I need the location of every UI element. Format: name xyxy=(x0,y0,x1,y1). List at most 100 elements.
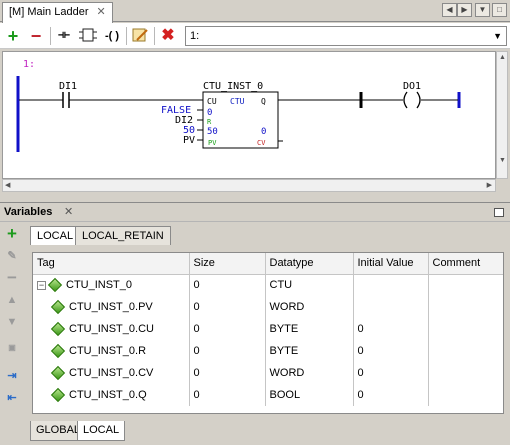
table-row[interactable]: − CTU_INST_0 0 CTU xyxy=(33,274,503,296)
variable-icon xyxy=(50,322,66,337)
row-size: 0 xyxy=(189,362,266,384)
row-tag: CTU_INST_0.Q xyxy=(69,389,147,401)
variables-side-toolbar: + ✎ − ▲ ▼ ▣ ⇥ ⇤ xyxy=(0,223,26,418)
scroll-right-icon[interactable]: ▶ xyxy=(487,181,492,189)
row-initial: 0 xyxy=(353,318,429,340)
cu-value: 0 xyxy=(207,108,212,118)
rung-number: 1: xyxy=(23,59,35,70)
row-tag: CTU_INST_0.CV xyxy=(69,367,154,379)
row-size: 0 xyxy=(189,274,266,296)
move-down-icon[interactable]: ▼ xyxy=(3,313,21,331)
maximize-icon[interactable]: □ xyxy=(492,3,507,17)
tab-local[interactable]: LOCAL xyxy=(30,226,81,245)
block-instance-name: CTU_INST_0 xyxy=(203,81,263,92)
address-icon[interactable]: ▣ xyxy=(3,339,21,357)
row-comment xyxy=(428,362,503,384)
coil-label: DO1 xyxy=(403,81,421,92)
scroll-left-icon[interactable]: ◀ xyxy=(442,3,457,17)
variable-icon xyxy=(50,344,66,359)
col-comment[interactable]: Comment xyxy=(428,253,503,275)
variable-icon xyxy=(50,366,66,381)
col-datatype[interactable]: Datatype xyxy=(265,253,354,275)
row-initial: 0 xyxy=(353,384,429,406)
row-tag: CTU_INST_0.R xyxy=(69,345,147,357)
row-datatype: WORD xyxy=(265,296,354,318)
editor-tab-strip: [M] Main Ladder ✕ ◀ ▶ ▼ □ xyxy=(0,0,510,23)
tab-close-icon[interactable]: ✕ xyxy=(96,6,105,18)
table-row[interactable]: CTU_INST_0.R 0 BYTE 0 xyxy=(33,340,503,362)
pin-pv: PV xyxy=(208,139,217,147)
r-value: 50 xyxy=(207,127,218,137)
add-variable-icon[interactable]: + xyxy=(3,225,21,243)
scroll-up-icon[interactable]: ▲ xyxy=(499,54,506,61)
move-up-icon[interactable]: ▲ xyxy=(3,291,21,309)
pin-cv: CV xyxy=(257,139,266,147)
row-comment xyxy=(428,340,503,362)
tab-local-retain[interactable]: LOCAL_RETAIN xyxy=(75,226,171,245)
minus-icon[interactable]: − xyxy=(26,26,46,46)
tab-main-ladder[interactable]: [M] Main Ladder ✕ xyxy=(2,2,113,23)
table-row[interactable]: CTU_INST_0.Q 0 BOOL 0 xyxy=(33,384,503,406)
ladder-toolbar: + − ⊣⊢ -( ) ✖ 1: ▼ xyxy=(0,23,510,49)
export-icon[interactable]: ⇤ xyxy=(3,389,21,407)
col-size[interactable]: Size xyxy=(189,253,266,275)
row-size: 0 xyxy=(189,384,266,406)
row-size: 0 xyxy=(189,340,266,362)
scroll-down-icon[interactable]: ▼ xyxy=(499,157,506,164)
function-block-icon[interactable] xyxy=(78,26,98,46)
row-datatype: CTU xyxy=(265,274,354,296)
tab-local-bottom[interactable]: LOCAL xyxy=(77,421,126,441)
variable-icon xyxy=(47,278,63,293)
row-initial: 0 xyxy=(353,362,429,384)
pin-q: Q xyxy=(261,97,266,106)
row-size: 0 xyxy=(189,296,266,318)
import-icon[interactable]: ⇥ xyxy=(3,367,21,385)
edit-properties-icon[interactable] xyxy=(130,26,150,46)
row-comment xyxy=(428,296,503,318)
row-initial xyxy=(353,274,429,296)
block-type: CTU xyxy=(230,97,245,106)
tab-label: [M] Main Ladder xyxy=(9,6,89,18)
plus-icon[interactable]: + xyxy=(3,26,23,46)
rung-select[interactable]: 1: ▼ xyxy=(185,26,507,46)
cv-value: 0 xyxy=(261,127,266,137)
table-row[interactable]: CTU_INST_0.PV 0 WORD xyxy=(33,296,503,318)
remove-variable-icon[interactable]: − xyxy=(3,269,21,287)
row-initial: 0 xyxy=(353,340,429,362)
close-icon[interactable]: ✕ xyxy=(64,205,73,218)
coil-do1[interactable] xyxy=(403,91,421,109)
contact-label: DI1 xyxy=(59,81,77,92)
scroll-right-icon[interactable]: ▶ xyxy=(457,3,472,17)
variables-table: Tag Size Datatype Initial Value Comment … xyxy=(32,252,504,414)
row-comment xyxy=(428,274,503,296)
row-size: 0 xyxy=(189,318,266,340)
pin-cu: CU xyxy=(207,97,217,106)
input-pv: PV xyxy=(183,135,195,146)
minimize-icon[interactable] xyxy=(494,208,504,217)
contact-di1[interactable] xyxy=(62,92,70,108)
row-comment xyxy=(428,318,503,340)
ladder-vertical-scrollbar[interactable]: ▲ ▼ xyxy=(496,51,508,179)
rung-select-value: 1: xyxy=(190,30,200,42)
table-row[interactable]: CTU_INST_0.CV 0 WORD 0 xyxy=(33,362,503,384)
edit-variable-icon[interactable]: ✎ xyxy=(3,247,21,265)
scroll-left-icon[interactable]: ◀ xyxy=(5,181,10,189)
delete-icon[interactable]: ✖ xyxy=(158,26,178,46)
coil-icon[interactable]: -( ) xyxy=(102,26,122,46)
row-tag: CTU_INST_0.PV xyxy=(69,301,153,313)
col-initial-value[interactable]: Initial Value xyxy=(353,253,429,275)
col-tag[interactable]: Tag xyxy=(33,253,190,275)
row-tag: CTU_INST_0.CU xyxy=(69,323,154,335)
row-datatype: WORD xyxy=(265,362,354,384)
row-initial xyxy=(353,296,429,318)
ladder-canvas[interactable]: 1: DI1 CTU_INST_0 CU CTU Q 0 R 50 PV 0 C… xyxy=(2,51,496,179)
variable-icon xyxy=(50,300,66,315)
row-comment xyxy=(428,384,503,406)
chevron-down-icon[interactable]: ▼ xyxy=(475,3,490,17)
ladder-horizontal-scrollbar[interactable]: ◀ ▶ xyxy=(2,179,496,192)
table-row[interactable]: CTU_INST_0.CU 0 BYTE 0 xyxy=(33,318,503,340)
contact-icon[interactable]: ⊣⊢ xyxy=(54,26,74,46)
chevron-down-icon: ▼ xyxy=(493,31,502,41)
collapse-icon[interactable]: − xyxy=(37,280,46,290)
row-datatype: BYTE xyxy=(265,318,354,340)
